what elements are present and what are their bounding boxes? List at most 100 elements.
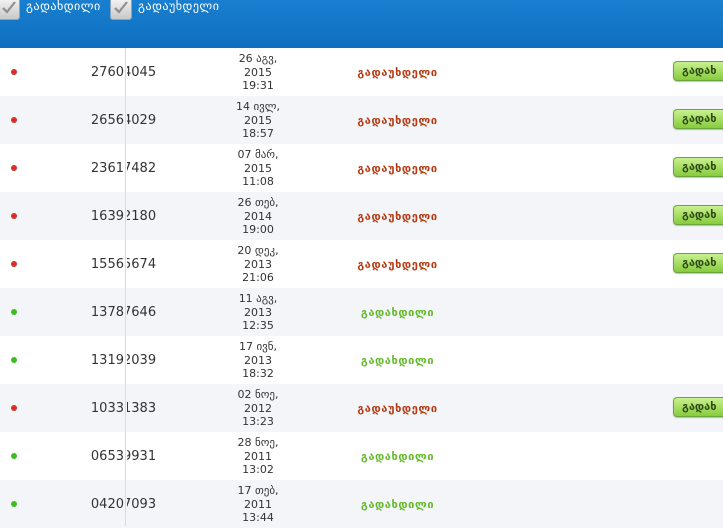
row-date: 11 აგვ, 2013 12:35 [222, 292, 294, 333]
row-date: 14 ივლ, 2015 18:57 [222, 100, 294, 141]
column-divider [125, 48, 126, 526]
status-label: გადაუხდელი [357, 114, 438, 127]
paid-checkbox[interactable] [0, 0, 20, 20]
row-ref-cell: 2039 [127, 353, 167, 368]
row-ref: 7482 [127, 161, 157, 176]
pay-button[interactable]: გადახ [673, 157, 723, 177]
pay-button[interactable]: გადახ [673, 205, 723, 225]
table-row: 1033 1383 02 ნოე, 2012 13:23 გადაუხდელი გადახ [0, 384, 723, 432]
row-date-time: 13:44 [242, 511, 274, 524]
row-date-year: 2011 [244, 449, 272, 463]
row-date-date: 14 ივლ, [235, 100, 281, 113]
pay-button[interactable]: გადახ [673, 253, 723, 273]
status-dot-icon [11, 117, 17, 123]
invoice-list: 2760 4045 26 აგვ, 2015 19:31 გადაუხდელი გადახ 2… [0, 48, 723, 528]
row-date-time: 18:57 [242, 127, 274, 140]
row-id: 1319 [90, 353, 124, 368]
table-row: 0653 9931 28 ნოე, 2011 13:02 გადახდილი [0, 432, 723, 480]
status-label: გადაუხდელი [357, 66, 438, 79]
row-ref-cell: 7646 [127, 305, 167, 320]
table-row: 0420 7093 17 თებ, 2011 13:44 გადახდილი [0, 480, 723, 528]
row-date-time: 13:02 [242, 463, 274, 476]
row-ref: 9931 [127, 449, 157, 464]
row-date-year: 2015 [244, 161, 272, 175]
status-dot-icon [11, 453, 17, 459]
row-date-date: 28 ნოე, [237, 436, 279, 449]
row-date-date: 17 ივნ, [238, 340, 278, 353]
row-date: 26 აგვ, 2015 19:31 [222, 52, 294, 93]
check-icon [114, 1, 128, 14]
status-label: გადახდილი [360, 450, 435, 463]
paid-filter[interactable]: გადახდილი [0, 0, 101, 24]
row-id: 2760 [90, 65, 124, 80]
status-label: გადაუხდელი [357, 402, 438, 415]
row-date-year: 2011 [244, 497, 272, 511]
row-ref-cell: 1383 [127, 401, 167, 416]
status-dot-icon [11, 69, 17, 75]
row-date-date: 07 მარ, [237, 148, 279, 161]
row-date: 02 ნოე, 2012 13:23 [222, 388, 294, 429]
status-dot-icon [11, 357, 17, 363]
status-dot-icon [11, 501, 17, 507]
row-ref: 2180 [127, 209, 157, 224]
row-date: 20 დეკ, 2013 21:06 [222, 244, 294, 285]
row-id: 1639 [90, 209, 124, 224]
table-row: 1378 7646 11 აგვ, 2013 12:35 გადახდილი [0, 288, 723, 336]
row-date-time: 19:31 [242, 79, 274, 92]
row-date-year: 2013 [244, 257, 272, 271]
row-id: 1556 [90, 257, 124, 272]
row-ref-cell: 7482 [127, 161, 167, 176]
row-date-date: 17 თებ, [237, 484, 279, 497]
row-id: 0653 [90, 449, 124, 464]
status-label: გადაუხდელი [357, 162, 438, 175]
table-row: 1556 5674 20 დეკ, 2013 21:06 გადაუხდელი გადახ [0, 240, 723, 288]
row-ref: 4045 [127, 65, 157, 80]
row-date: 26 თებ, 2014 19:00 [222, 196, 294, 237]
pay-button[interactable]: გადახ [673, 61, 723, 81]
row-id: 2656 [90, 113, 124, 128]
row-ref: 2039 [127, 353, 157, 368]
row-date-time: 18:32 [242, 367, 274, 380]
status-dot-icon [11, 165, 17, 171]
unpaid-filter-label: გადაუხდელი [138, 0, 220, 13]
row-date-year: 2014 [244, 209, 272, 223]
row-date: 28 ნოე, 2011 13:02 [222, 436, 294, 477]
status-label: გადაუხდელი [357, 258, 438, 271]
row-date-year: 2015 [244, 65, 272, 79]
row-id: 1033 [90, 401, 124, 416]
row-ref: 5674 [127, 257, 157, 272]
check-icon [2, 1, 16, 14]
row-ref-cell: 2180 [127, 209, 167, 224]
pay-button[interactable]: გადახ [673, 397, 723, 417]
row-date-time: 19:00 [242, 223, 274, 236]
row-date-date: 11 აგვ, [238, 292, 278, 305]
paid-filter-label: გადახდილი [26, 0, 101, 13]
row-id: 0420 [90, 497, 124, 512]
status-label: გადახდილი [360, 306, 435, 319]
row-ref: 7093 [127, 497, 157, 512]
status-dot-icon [11, 309, 17, 315]
row-date-year: 2012 [244, 401, 272, 415]
row-date: 07 მარ, 2015 11:08 [222, 148, 294, 189]
row-id: 1378 [90, 305, 124, 320]
table-row: 1319 2039 17 ივნ, 2013 18:32 გადახდილი [0, 336, 723, 384]
pay-button[interactable]: გადახ [673, 109, 723, 129]
row-date: 17 თებ, 2011 13:44 [222, 484, 294, 525]
table-row: 2760 4045 26 აგვ, 2015 19:31 გადაუხდელი გადახ [0, 48, 723, 96]
unpaid-checkbox[interactable] [110, 0, 132, 20]
row-date-date: 26 თებ, [237, 196, 279, 209]
status-dot-icon [11, 213, 17, 219]
row-ref: 7646 [127, 305, 157, 320]
status-label: გადაუხდელი [357, 210, 438, 223]
row-date-year: 2013 [244, 353, 272, 367]
status-label: გადახდილი [360, 498, 435, 511]
unpaid-filter[interactable]: გადაუხდელი [110, 0, 219, 24]
row-id: 2361 [90, 161, 124, 176]
status-dot-icon [11, 261, 17, 267]
row-date-date: 02 ნოე, [237, 388, 279, 401]
row-ref: 1383 [127, 401, 157, 416]
row-ref-cell: 7093 [127, 497, 167, 512]
row-date-time: 11:08 [242, 175, 274, 188]
row-date-year: 2015 [244, 113, 272, 127]
row-date: 17 ივნ, 2013 18:32 [222, 340, 294, 381]
